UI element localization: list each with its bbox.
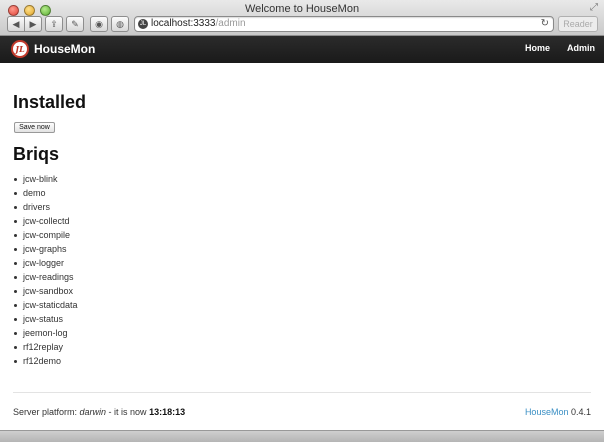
briq-item[interactable]: jcw-sandbox bbox=[13, 284, 78, 298]
address-bar[interactable]: JL localhost:3333/admin ↻ bbox=[134, 16, 554, 32]
briq-item[interactable]: jcw-status bbox=[13, 312, 78, 326]
brand-name[interactable]: HouseMon bbox=[34, 42, 95, 56]
wrench-icon: ✎ bbox=[71, 18, 79, 29]
share-button[interactable]: ⇪ bbox=[45, 16, 63, 32]
briq-item[interactable]: rf12demo bbox=[13, 354, 78, 368]
installed-heading: Installed bbox=[13, 92, 87, 112]
housemon-link[interactable]: HouseMon bbox=[525, 407, 569, 417]
site-favicon-icon: JL bbox=[138, 19, 148, 29]
brand-logo[interactable]: JL bbox=[11, 40, 29, 58]
briq-item[interactable]: drivers bbox=[13, 200, 78, 214]
forward-arrow-icon: ▶ bbox=[29, 18, 37, 29]
briq-item[interactable]: jcw-graphs bbox=[13, 242, 78, 256]
extension-icon: ◉ bbox=[95, 18, 103, 29]
time-prefix: - it is now bbox=[106, 407, 150, 417]
extension-button[interactable]: ◉ bbox=[90, 16, 108, 32]
platform-prefix: Server platform: bbox=[13, 407, 80, 417]
browser-titlebar: Welcome to HouseMon ⤢ ◀ ▶ ⇪ ✎ ◉ ◍ JL loc… bbox=[0, 0, 604, 36]
extension-icon-2: ◍ bbox=[116, 18, 124, 29]
reader-button[interactable]: Reader bbox=[558, 16, 598, 32]
briq-item[interactable]: jeemon-log bbox=[13, 326, 78, 340]
nav-admin-link[interactable]: Admin bbox=[567, 43, 595, 53]
back-button[interactable]: ◀ bbox=[7, 16, 25, 32]
nav-home-link[interactable]: Home bbox=[525, 43, 550, 53]
briq-item[interactable]: jcw-readings bbox=[13, 270, 78, 284]
briqs-list: jcw-blink demo drivers jcw-collectd jcw-… bbox=[13, 172, 78, 368]
briqs-heading: Briqs bbox=[13, 144, 60, 164]
platform-name: darwin bbox=[79, 407, 107, 417]
server-status: Server platform: darwin - it is now 13:1… bbox=[13, 407, 185, 417]
briq-item[interactable]: jcw-logger bbox=[13, 256, 78, 270]
tools-button[interactable]: ✎ bbox=[66, 16, 84, 32]
url-host: localhost:3333 bbox=[151, 18, 216, 29]
version-info: HouseMon 0.4.1 bbox=[525, 407, 591, 417]
reload-icon[interactable]: ↻ bbox=[541, 17, 549, 31]
share-icon: ⇪ bbox=[50, 18, 58, 29]
server-time: 13:18:13 bbox=[149, 407, 186, 417]
version-number: 0.4.1 bbox=[568, 407, 591, 417]
back-arrow-icon: ◀ bbox=[12, 18, 20, 29]
fullscreen-icon[interactable]: ⤢ bbox=[590, 2, 598, 13]
briq-item[interactable]: jcw-staticdata bbox=[13, 298, 78, 312]
briq-item[interactable]: jcw-compile bbox=[13, 228, 78, 242]
browser-status-bar bbox=[0, 430, 604, 442]
forward-button[interactable]: ▶ bbox=[24, 16, 42, 32]
briq-item[interactable]: rf12replay bbox=[13, 340, 78, 354]
footer-divider bbox=[13, 392, 591, 393]
window-title: Welcome to HouseMon bbox=[244, 3, 360, 15]
app-navbar: JL HouseMon Home Admin bbox=[0, 36, 604, 63]
briq-item[interactable]: jcw-blink bbox=[13, 172, 78, 186]
extension-button-2[interactable]: ◍ bbox=[111, 16, 129, 32]
save-now-button[interactable]: Save now bbox=[14, 122, 55, 133]
briq-item[interactable]: jcw-collectd bbox=[13, 214, 78, 228]
url-path: /admin bbox=[215, 18, 246, 29]
briq-item[interactable]: demo bbox=[13, 186, 78, 200]
